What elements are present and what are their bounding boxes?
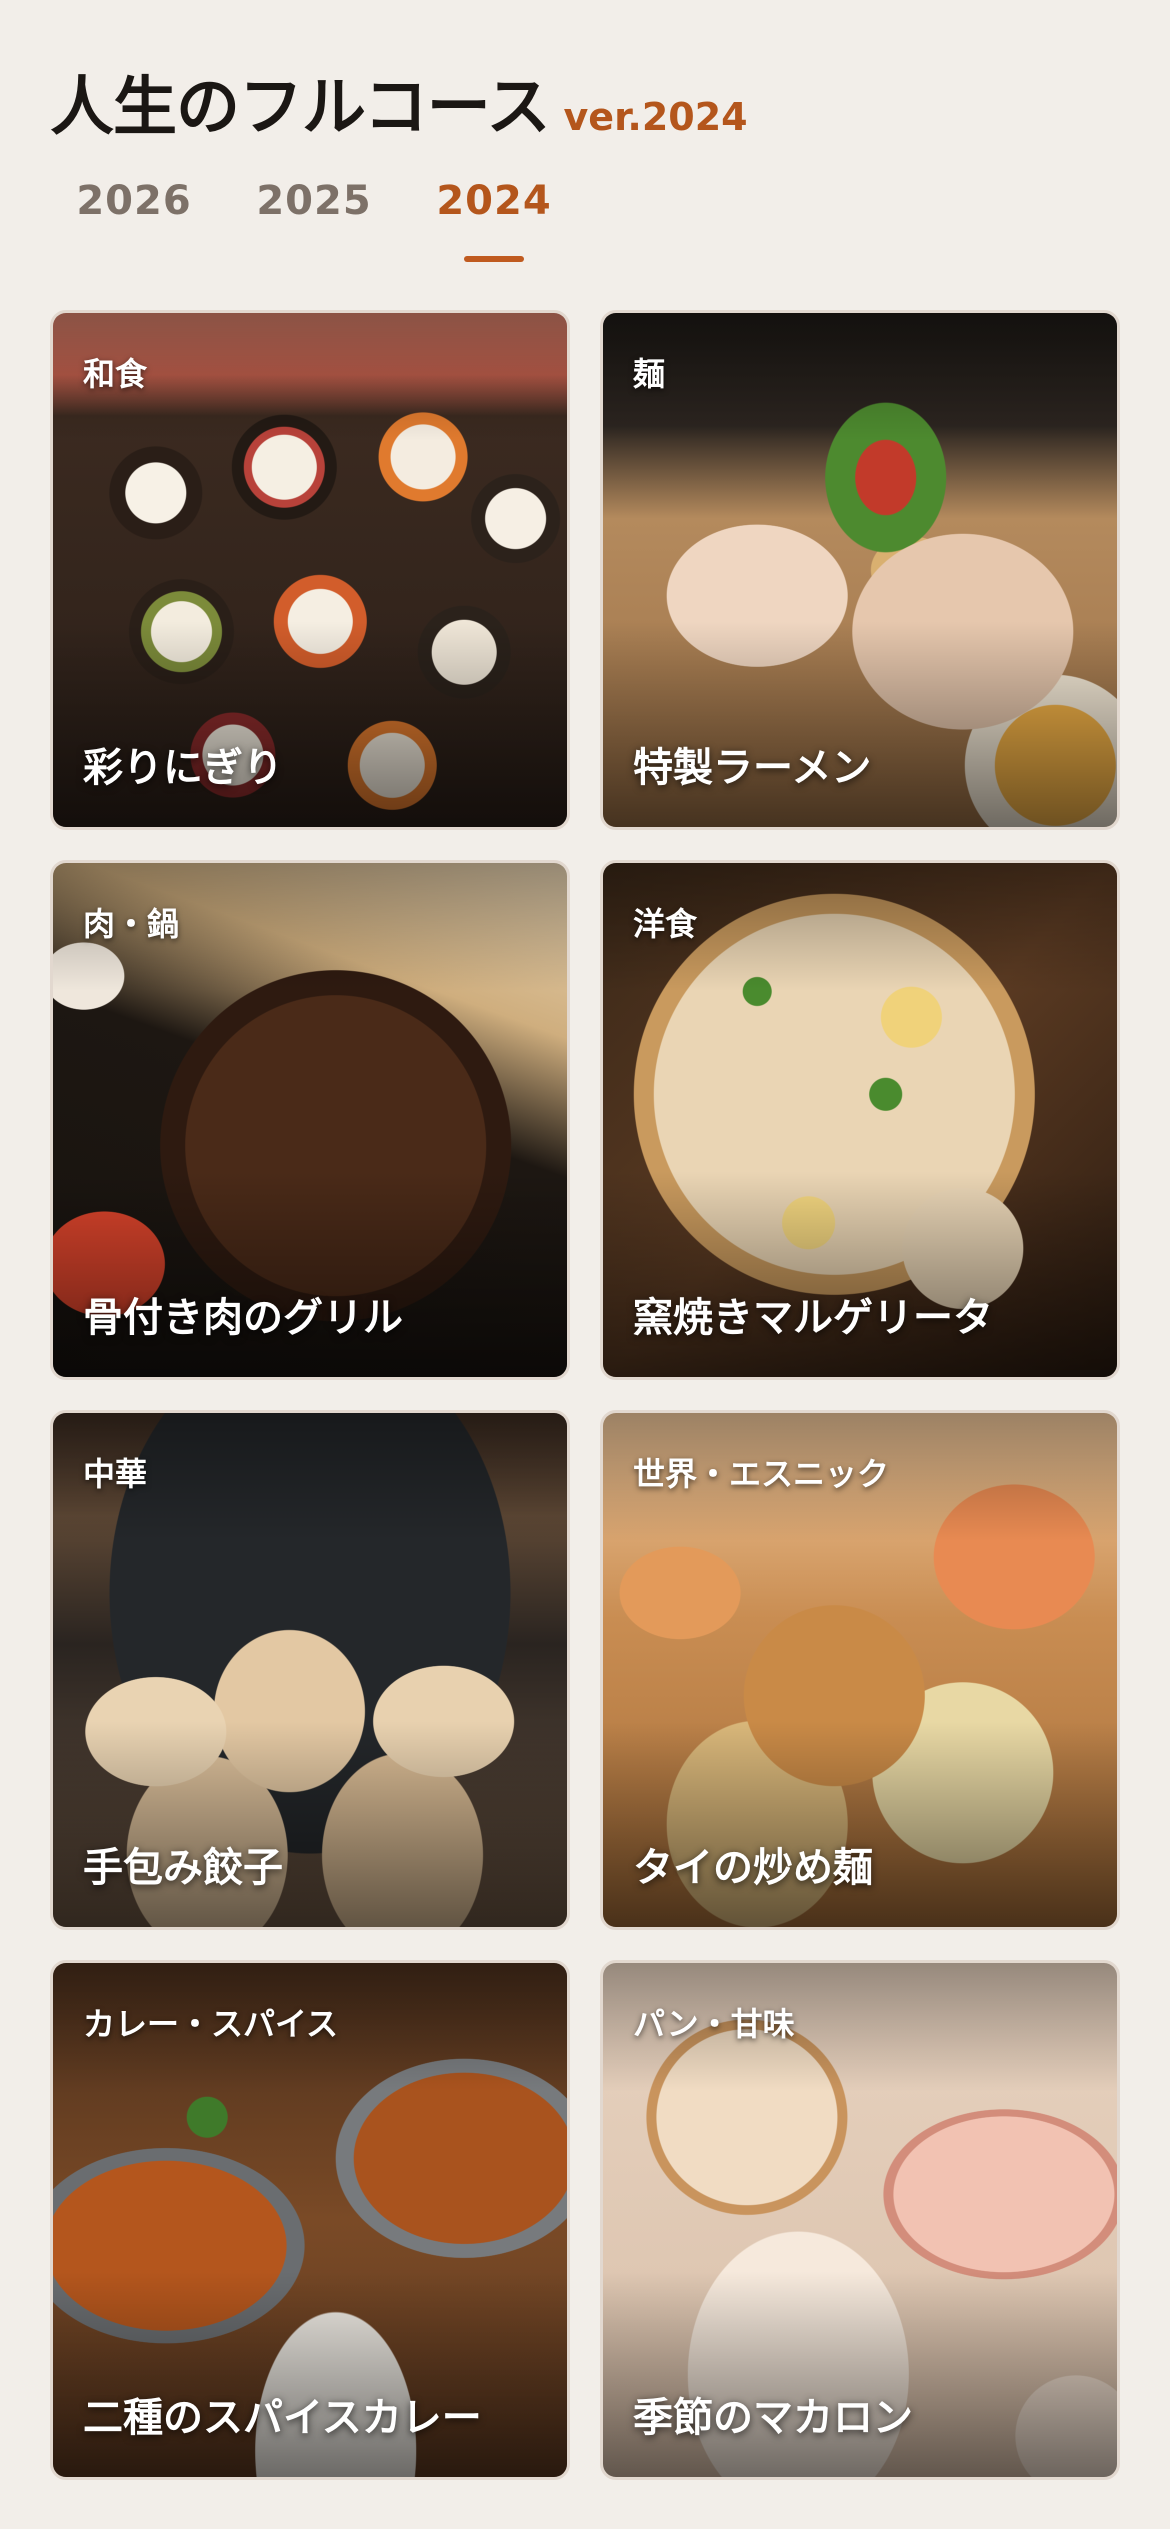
course-card-chuka[interactable]: 中華 手包み餃子 — [50, 1410, 570, 1930]
tab-label: 2026 — [76, 178, 192, 224]
year-tabs: 2026 2025 2024 — [44, 170, 584, 270]
card-category: 和食 — [83, 355, 148, 393]
course-grid: 和食 彩りにぎり 麺 特製ラーメン 肉・鍋 骨付き肉のグリル 洋食 窯焼きマルゲ… — [50, 310, 1120, 2480]
course-card-niku[interactable]: 肉・鍋 骨付き肉のグリル — [50, 860, 570, 1380]
tab-2025[interactable]: 2025 — [224, 170, 404, 270]
course-card-curry[interactable]: カレー・スパイス 二種のスパイスカレー — [50, 1960, 570, 2480]
tab-2024[interactable]: 2024 — [404, 170, 584, 270]
course-card-sweets[interactable]: パン・甘味 季節のマカロン — [600, 1960, 1120, 2480]
page-title: 人生のフルコース — [50, 71, 551, 145]
card-title: 季節のマカロン — [633, 2395, 913, 2441]
page-header: 人生のフルコース ver.2024 — [50, 40, 1120, 140]
course-card-ethnic[interactable]: 世界・エスニック タイの炒め麺 — [600, 1410, 1120, 1930]
version-label: ver.2024 — [563, 95, 748, 139]
course-card-men[interactable]: 麺 特製ラーメン — [600, 310, 1120, 830]
active-tab-indicator — [464, 256, 524, 262]
card-title: 特製ラーメン — [633, 745, 872, 791]
card-category: 洋食 — [633, 905, 698, 943]
card-title: 彩りにぎり — [83, 745, 283, 791]
card-category: 世界・エスニック — [633, 1455, 890, 1493]
tab-label: 2024 — [436, 178, 552, 224]
card-category: 中華 — [83, 1455, 148, 1493]
card-title: 二種のスパイスカレー — [83, 2395, 482, 2441]
card-title: 骨付き肉のグリル — [83, 1295, 403, 1341]
card-title: タイの炒め麺 — [633, 1845, 873, 1891]
card-title: 窯焼きマルゲリータ — [633, 1295, 993, 1341]
card-category: 肉・鍋 — [83, 905, 180, 943]
tab-label: 2025 — [256, 178, 372, 224]
course-card-yoshoku[interactable]: 洋食 窯焼きマルゲリータ — [600, 860, 1120, 1380]
card-category: パン・甘味 — [633, 2005, 795, 2043]
card-title: 手包み餃子 — [83, 1845, 283, 1891]
course-card-washoku[interactable]: 和食 彩りにぎり — [50, 310, 570, 830]
card-category: カレー・スパイス — [83, 2005, 339, 2043]
card-category: 麺 — [633, 355, 666, 393]
tab-2026[interactable]: 2026 — [44, 170, 224, 270]
